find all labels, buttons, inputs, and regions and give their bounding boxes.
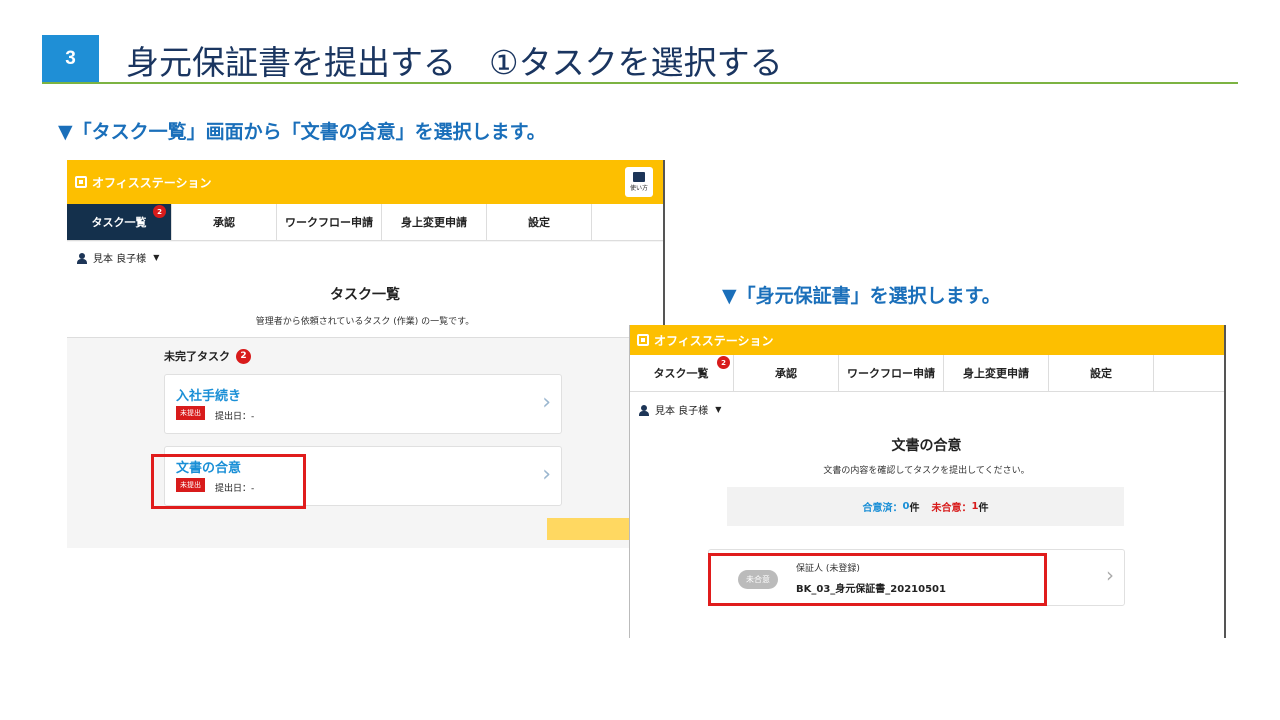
- app-bar: オフィスステーション 使い方: [67, 160, 663, 204]
- chevron-right-icon: ›: [1106, 563, 1114, 587]
- tab-workflow[interactable]: ワークフロー申請: [839, 355, 944, 391]
- agreed-label: 合意済：: [862, 503, 903, 514]
- tab-label: ワークフロー申請: [285, 216, 373, 229]
- book-icon: [633, 172, 645, 182]
- tab-label: ワークフロー申請: [847, 367, 935, 380]
- slide: 3 身元保証書を提出する ①タスクを選択する ▼「タスク一覧」画面から「文書の合…: [0, 0, 1280, 720]
- task-card-onboarding[interactable]: 入社手続き 未提出 提出日：- ›: [164, 374, 562, 434]
- unagreed-count: 1: [971, 501, 979, 512]
- tab-personal-change[interactable]: 身上変更申請: [944, 355, 1049, 391]
- screen-edge: [629, 325, 630, 638]
- notification-badge: 2: [717, 356, 730, 369]
- app-name: オフィスステーション: [654, 333, 774, 348]
- page-title: タスク一覧: [330, 287, 400, 303]
- app-name: オフィスステーション: [92, 175, 212, 190]
- tab-approval[interactable]: 承認: [734, 355, 839, 391]
- page-description: 文書の内容を確認してタスクを提出してください。: [823, 466, 1030, 476]
- user-menu[interactable]: 見本 良子様 ▼: [77, 250, 159, 265]
- agreement-summary: 合意済： 0 件 未合意： 1 件: [727, 487, 1124, 526]
- agreed-unit: 件: [909, 503, 920, 514]
- screen-edge: [1224, 325, 1226, 638]
- tab-task-list[interactable]: タスク一覧 2: [629, 355, 734, 391]
- unagreed-unit: 件: [978, 503, 989, 514]
- tab-label: 承認: [213, 216, 235, 229]
- user-name: 見本 良子様: [93, 254, 147, 265]
- tab-task-list[interactable]: タスク一覧 2: [67, 204, 172, 240]
- step-number-badge: 3: [42, 35, 99, 82]
- manual-label: 使い方: [629, 185, 648, 192]
- tab-personal-change[interactable]: 身上変更申請: [382, 204, 487, 240]
- page-description: 管理者から依頼されているタスク (作業) の一覧です。: [255, 317, 475, 327]
- highlight-box-guarantee-document: [708, 553, 1047, 606]
- person-icon: [77, 252, 87, 264]
- page-title: 文書の合意: [891, 438, 962, 454]
- tab-approval[interactable]: 承認: [172, 204, 277, 240]
- tab-label: 身上変更申請: [963, 367, 1029, 380]
- nav-tabs: タスク一覧 2 承認 ワークフロー申請 身上変更申請 設定: [67, 204, 663, 241]
- chevron-right-icon: ›: [542, 462, 551, 487]
- caret-down-icon: ▼: [715, 405, 722, 414]
- count-badge: 2: [236, 348, 251, 364]
- tab-workflow[interactable]: ワークフロー申請: [277, 204, 382, 240]
- app-logo-icon: [75, 176, 87, 188]
- section-title: 未完了タスク: [164, 350, 230, 363]
- nav-tabs: タスク一覧 2 承認 ワークフロー申請 身上変更申請 設定: [629, 355, 1224, 392]
- user-name: 見本 良子様: [655, 406, 709, 417]
- tab-label: 身上変更申請: [401, 216, 467, 229]
- user-menu[interactable]: 見本 良子様 ▼: [639, 402, 721, 417]
- slide-title: 身元保証書を提出する ①タスクを選択する: [126, 43, 783, 82]
- title-divider: [42, 82, 1238, 84]
- highlight-box-document-agreement: [151, 454, 306, 509]
- caret-down-icon: ▼: [153, 253, 160, 262]
- app-bar: オフィスステーション: [629, 325, 1224, 355]
- tab-settings[interactable]: 設定: [1049, 355, 1154, 391]
- agreed-count: 0: [902, 501, 910, 512]
- tab-label: 承認: [775, 367, 797, 380]
- chevron-right-icon: ›: [542, 390, 551, 415]
- app-logo-icon: [637, 334, 649, 346]
- unagreed-label: 未合意：: [931, 503, 972, 514]
- instruction-select-document-agreement: ▼「タスク一覧」画面から「文書の合意」を選択します。: [58, 121, 546, 143]
- tab-label: 設定: [1090, 367, 1112, 380]
- tab-label: タスク一覧: [91, 216, 147, 229]
- tab-settings[interactable]: 設定: [487, 204, 592, 240]
- instruction-select-guarantee: ▼「身元保証書」を選択します。: [722, 285, 1001, 307]
- submit-date: 提出日：-: [215, 412, 255, 422]
- task-name: 入社手続き: [176, 389, 242, 404]
- tab-label: 設定: [528, 216, 550, 229]
- notification-badge: 2: [153, 205, 166, 218]
- tab-label: タスク一覧: [653, 367, 709, 380]
- incomplete-tasks-heading: 未完了タスク 2: [164, 348, 251, 364]
- manual-button[interactable]: 使い方: [625, 167, 653, 197]
- status-tag: 未提出: [176, 406, 205, 420]
- person-icon: [639, 404, 649, 416]
